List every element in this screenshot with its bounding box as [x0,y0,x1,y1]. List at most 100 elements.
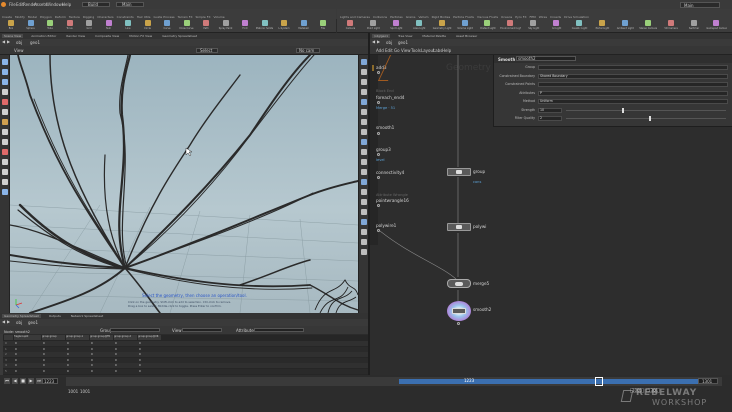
shelf-tab-13[interactable]: Volume [214,15,225,19]
left-tool-icon-3[interactable] [2,89,8,95]
shelf-tool-r-1[interactable]: Point Light [363,20,384,32]
left-tool-icon-13[interactable] [2,189,8,195]
display-tool-icon-5[interactable] [361,109,367,115]
shelf-tab-r-5[interactable]: Rigid Bodies [432,15,451,19]
network-tab-0[interactable]: /obj/geo1 [372,34,391,38]
node-group-r[interactable] [447,168,471,176]
shelf-tab-10[interactable]: Guide Process [153,15,174,19]
network-menu-labs[interactable]: Labs [433,48,442,53]
shelf-tab-r-1[interactable]: Collisions [373,15,387,19]
shelf-tab-8[interactable]: Constraints [117,15,134,19]
left-tool-icon-10[interactable] [2,159,8,165]
viewport[interactable]: Select the geometry, then choose an oper… [10,55,358,313]
ss-forward-icon[interactable]: ▶ [7,320,10,324]
viewport-tab-0[interactable]: Scene View [2,34,24,38]
shelf-tool-r-9[interactable]: GI Light [546,20,567,32]
shelf-tool-2[interactable]: Tube [41,20,59,32]
network-tab-3[interactable]: Asset Browser [454,34,479,38]
viewport-tab-4[interactable]: Motion FX View [127,34,154,38]
ss-view-field[interactable] [182,328,222,332]
viewport-tab-3[interactable]: Composite View [93,34,121,38]
param-slider-strength-track[interactable] [566,109,726,111]
left-tool-icon-4[interactable] [2,99,8,105]
network-menu-tools[interactable]: Tools [411,48,421,53]
network-tab-2[interactable]: Material Palette [420,34,448,38]
shelf-tab-r-10[interactable]: FEM [530,15,536,19]
shelf-tool-r-6[interactable]: Distant Light [477,20,498,32]
shelf-tab-7[interactable]: Characters [97,15,113,19]
shelf-tab-2[interactable]: Model [28,15,37,19]
menu-file[interactable]: File [9,2,16,7]
left-tool-icon-1[interactable] [2,69,8,75]
shelf-tool-1[interactable]: Sphere [22,20,40,32]
ss-path-obj[interactable]: obj [16,320,22,325]
left-tool-icon-0[interactable] [2,59,8,65]
shelf-tool-11[interactable]: Spray Paint [217,20,235,32]
display-tool-icon-3[interactable] [361,89,367,95]
display-tool-icon-4[interactable] [361,99,367,105]
shelf-tool-r-7[interactable]: Environment Light [500,20,521,32]
shelf-tab-1[interactable]: Modify [15,15,25,19]
shelf-tab-r-13[interactable]: Drive Simulation [564,15,589,19]
shelf-tool-6[interactable]: Line [119,20,137,32]
left-tool-icon-6[interactable] [2,119,8,125]
display-tool-icon-8[interactable] [361,139,367,145]
shelf-tool-12[interactable]: Font [236,20,254,32]
timeline-track[interactable] [66,377,722,386]
shelf-tab-r-7[interactable]: Viscous Fluids [477,15,498,19]
shelf-tab-12[interactable]: Simple FX [196,15,211,19]
param-field-0[interactable] [538,65,728,70]
shelf-tab-4[interactable]: Deform [55,15,66,19]
ss-view-label[interactable]: View [172,328,182,333]
timeline-start[interactable]: 1001 [68,389,78,394]
shelf-tool-r-2[interactable]: Spot Light [386,20,407,32]
shelf-tool-r-4[interactable]: Geometry Light [432,20,453,32]
shelf-tool-r-15[interactable]: Switcher [684,20,705,32]
viewport-path-obj[interactable]: obj [16,40,22,45]
play-forward-icon[interactable]: ▶ [28,378,34,384]
shelf-tab-r-0[interactable]: Lights and Cameras [340,15,370,19]
viewport-tab-1[interactable]: Animation Editor [29,34,58,38]
ss-attrib-label[interactable]: Attributes [236,328,256,333]
network-forward-icon[interactable]: ▶ [377,40,380,44]
left-tool-icon-8[interactable] [2,139,8,145]
shelf-tool-r-5[interactable]: Volume Light [455,20,476,32]
left-tool-icon-5[interactable] [2,109,8,115]
display-tool-icon-12[interactable] [361,179,367,185]
viewport-path-geo[interactable]: geo1 [30,40,40,45]
param-field-2[interactable] [538,82,728,87]
stop-icon[interactable]: ■ [20,378,26,384]
param-field-3[interactable] [538,90,728,96]
shelf-tool-10[interactable]: Path [197,20,215,32]
display-tool-icon-15[interactable] [361,209,367,215]
shelf-tab-r-4[interactable]: Vellum [418,15,428,19]
network-menu-edit[interactable]: Edit [385,48,393,53]
display-tool-icon-11[interactable] [361,169,367,175]
shelf-tool-r-16[interactable]: Gamepad Camera [706,20,727,32]
shelf-tab-r-12[interactable]: Crowds [550,15,561,19]
shelf-tab-5[interactable]: Texture [69,15,80,19]
param-field-4[interactable] [538,99,728,104]
display-tool-icon-19[interactable] [361,249,367,255]
ss-group-field[interactable] [110,328,160,332]
shelf-tab-9[interactable]: Hair Utils [137,15,151,19]
shelf-tool-r-14[interactable]: VR Camera [661,20,682,32]
viewport-mode-label[interactable]: View [14,48,24,53]
node-polywire-r[interactable] [447,223,471,231]
shelf-tool-r-13[interactable]: Stereo Camera [638,20,659,32]
display-tool-icon-10[interactable] [361,159,367,165]
display-tool-icon-2[interactable] [361,79,367,85]
shelf-tab-r-8[interactable]: Oceans [501,15,512,19]
display-tool-icon-6[interactable] [361,119,367,125]
network-back-icon[interactable]: ◀ [372,40,375,44]
display-tool-icon-1[interactable] [361,69,367,75]
display-tool-icon-17[interactable] [361,229,367,235]
network-tab-1[interactable]: Tree View [396,34,414,38]
back-arrow-icon[interactable]: ◀ [2,40,6,44]
shelf-tab-6[interactable]: Rigging [83,15,94,19]
ss-attrib-field[interactable] [254,328,304,332]
display-tool-icon-16[interactable] [361,219,367,225]
forward-arrow-icon[interactable]: ▶ [7,40,11,44]
node-smooth2[interactable] [447,301,471,321]
shelf-tab-3[interactable]: Polygon [40,15,52,19]
